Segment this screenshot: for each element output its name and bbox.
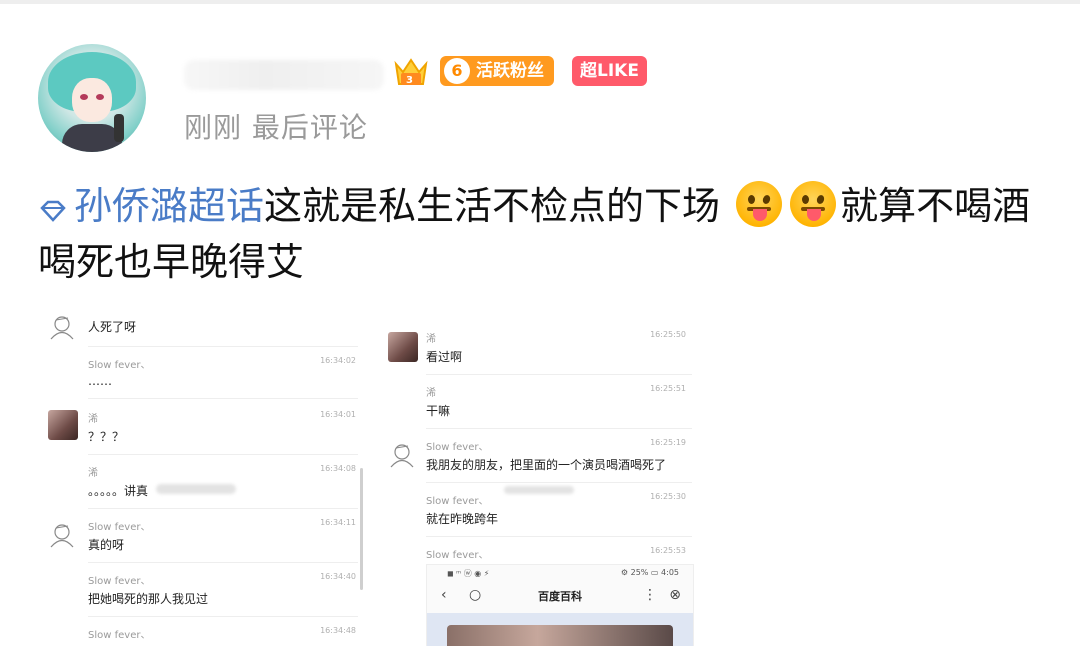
divider	[88, 508, 358, 509]
message-text: 干嘛	[426, 404, 451, 418]
message-time: 16:34:02	[320, 356, 356, 365]
divider	[88, 454, 358, 455]
photo-avatar	[48, 410, 78, 440]
photo-avatar	[388, 332, 418, 362]
sketch-avatar-icon	[50, 524, 74, 548]
user-avatar[interactable]	[38, 44, 146, 152]
article-photo	[447, 625, 673, 646]
avatar-face	[72, 78, 112, 122]
chat-message: Slow fever、 16:25:19 我朋友的朋友，把里面的一个演员喝酒喝死…	[386, 434, 698, 486]
avatar-eye	[80, 94, 88, 100]
chat-message: 人死了呀	[38, 310, 368, 347]
post-content: 孙侨潞超话这就是私生活不检点的下场 就算不喝酒喝死也早晚得艾	[38, 178, 1038, 290]
message-time: 16:34:40	[320, 572, 356, 581]
divider	[426, 536, 692, 537]
supertopic-diamond-icon	[40, 200, 66, 222]
sketch-avatar-icon	[50, 316, 74, 340]
vip-crown-icon: 3	[394, 58, 428, 86]
message-time: 16:25:30	[650, 492, 686, 501]
message-text: 就在昨晚跨年	[426, 512, 499, 526]
embedded-phone-screenshot[interactable]: ◼ ᵐ ⓦ ◉ ⚡ ⚙ 25% ▭ 4:05 ‹ ○ 百度百科 ⋮ ⊗	[426, 564, 694, 646]
message-time: 16:34:08	[320, 464, 356, 473]
sender-name: Slow fever、	[88, 522, 151, 533]
fan-level: 6	[444, 58, 470, 84]
message-time: 16:25:53	[650, 546, 686, 555]
chat-message: Slow fever、 16:34:11 真的呀	[38, 514, 368, 566]
message-text: 人死了呀	[88, 320, 137, 334]
article-hero	[427, 613, 693, 646]
chat-message: 浠 16:25:50 看过啊	[386, 326, 698, 378]
top-divider	[0, 0, 1080, 4]
topic-link[interactable]: 孙侨潞超话	[38, 184, 264, 228]
message-time: 16:25:19	[650, 438, 686, 447]
message-time: 16:34:01	[320, 410, 356, 419]
sender-name: 浠	[88, 468, 98, 479]
phone-status-bar: ◼ ᵐ ⓦ ◉ ⚡ ⚙ 25% ▭ 4:05	[427, 565, 693, 581]
message-time: 16:25:50	[650, 330, 686, 339]
message-time: 16:25:51	[650, 384, 686, 393]
status-left: ◼ ᵐ ⓦ ◉ ⚡	[447, 569, 490, 578]
divider	[88, 616, 358, 617]
message-time: 16:34:48	[320, 626, 356, 635]
chat-message: Slow fever、 16:34:48	[38, 622, 368, 646]
sketch-avatar-icon	[390, 444, 414, 468]
sender-name: Slow fever、	[88, 360, 151, 371]
redacted-text	[504, 486, 574, 494]
post-text-part1: 这就是私生活不检点的下场	[264, 184, 721, 228]
status-right: ⚙ 25% ▭ 4:05	[620, 568, 679, 577]
tongue-out-emoji-icon	[790, 181, 837, 227]
username-blurred[interactable]	[184, 60, 384, 90]
scrollbar[interactable]	[360, 468, 363, 590]
divider	[88, 346, 358, 347]
message-time: 16:34:11	[320, 518, 356, 527]
super-like-badge[interactable]: 超LIKE	[572, 56, 647, 86]
sender-name: 浠	[426, 334, 436, 345]
avatar-mic	[114, 114, 124, 142]
chat-message: Slow fever、 16:25:53	[386, 542, 698, 562]
sender-name: Slow fever、	[426, 550, 489, 561]
sender-name: Slow fever、	[88, 576, 151, 587]
topic-label: 孙侨潞超话	[74, 184, 265, 228]
chat-message: 浠 16:34:01 ？？？	[38, 406, 368, 458]
chat-screenshot-left[interactable]: 人死了呀 Slow fever、 16:34:02 …… 浠 16:34:01 …	[38, 300, 368, 646]
message-text: 真的呀	[88, 538, 125, 552]
redacted-text	[156, 484, 236, 494]
message-text: 。。。。。讲真	[88, 484, 149, 498]
sender-name: Slow fever、	[88, 630, 151, 641]
divider	[426, 374, 692, 375]
phone-nav-bar: ‹ ○ 百度百科 ⋮ ⊗	[427, 581, 693, 611]
chat-screenshot-right[interactable]: 浠 16:25:50 看过啊 浠 16:25:51 干嘛 Slow fever、…	[386, 318, 698, 646]
divider	[426, 482, 692, 483]
chat-message: Slow fever、 16:25:30 就在昨晚跨年	[386, 486, 698, 540]
sender-name: Slow fever、	[426, 496, 489, 507]
close-icon[interactable]: ⊗	[669, 587, 681, 603]
divider	[88, 562, 358, 563]
message-text: ？？？	[88, 430, 125, 444]
sender-name: Slow fever、	[426, 442, 489, 453]
sender-name: 浠	[88, 414, 98, 425]
message-text: 把她喝死的那人我见过	[88, 592, 209, 606]
chat-message: 浠 16:34:08 。。。。。讲真	[38, 460, 368, 512]
divider	[426, 428, 692, 429]
avatar-eye	[96, 94, 104, 100]
more-icon[interactable]: ⋮	[643, 587, 657, 603]
chat-message: 浠 16:25:51 干嘛	[386, 380, 698, 432]
avatar-body	[62, 124, 122, 152]
sender-name: 浠	[426, 388, 436, 399]
active-fan-badge[interactable]: 6 活跃粉丝	[440, 56, 554, 86]
divider	[88, 398, 358, 399]
tongue-out-emoji-icon	[736, 181, 783, 227]
message-text: 看过啊	[426, 350, 463, 364]
chat-message: Slow fever、 16:34:40 把她喝死的那人我见过	[38, 568, 368, 620]
fan-badge-label: 活跃粉丝	[476, 61, 544, 81]
chat-message: Slow fever、 16:34:02 ……	[38, 352, 368, 402]
message-text: 我朋友的朋友，把里面的一个演员喝酒喝死了	[426, 458, 667, 472]
svg-text:3: 3	[406, 75, 413, 86]
post-meta: 刚刚 最后评论	[184, 111, 368, 144]
message-text: ……	[88, 374, 112, 388]
